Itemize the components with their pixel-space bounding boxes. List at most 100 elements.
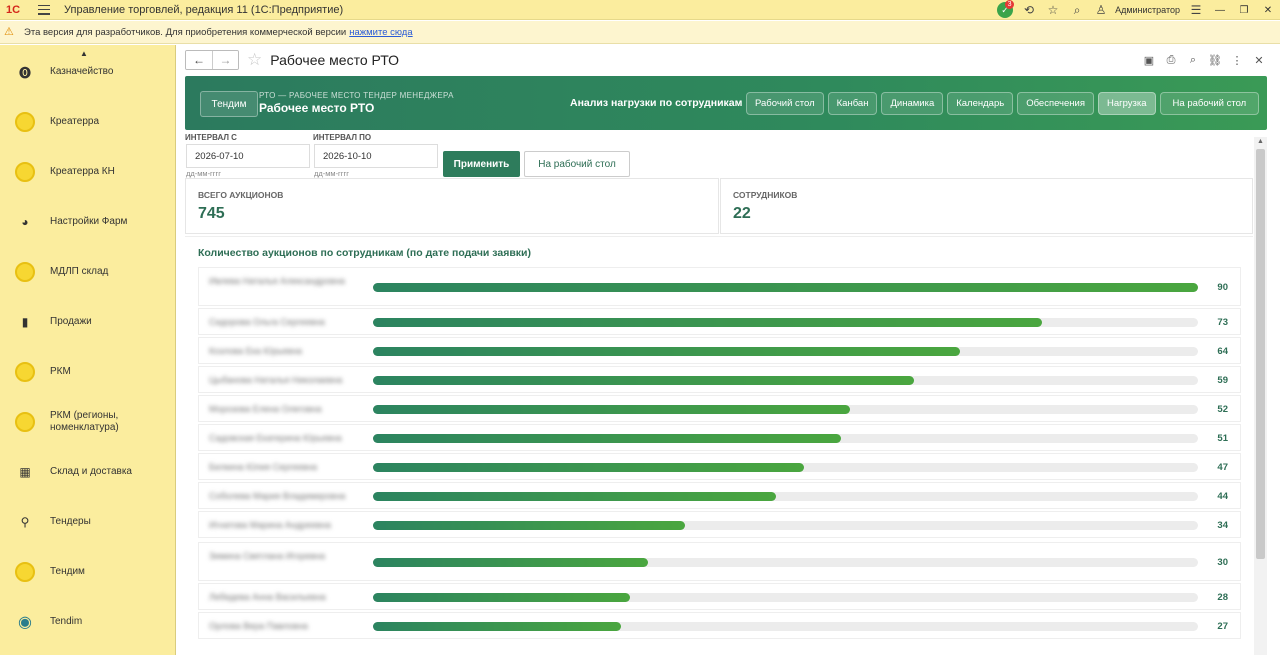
search-icon[interactable]: ⌕ [1065, 0, 1089, 20]
app-title: Управление торговлей, редакция 11 (1С:Пр… [64, 3, 344, 16]
sidebar-item-label: Казначейство [50, 66, 114, 77]
sidebar-item-pharm-settings[interactable]: ◕ Настройки Фарм [0, 202, 175, 242]
bar [373, 558, 648, 567]
tab-guarantees[interactable]: Обеспечения [1017, 92, 1094, 115]
form-header: ← → ☆ Рабочее место РТО ▣ ⎙ ⌕ ⛓ ⋮ ✕ [177, 45, 1280, 75]
bar-value-label: 90 [1217, 282, 1228, 293]
interval-to-input[interactable]: 2026-10-10 [314, 144, 438, 168]
bar-value-label: 28 [1217, 592, 1228, 603]
scroll-up-icon[interactable]: ▲ [1257, 138, 1264, 145]
tendim-button[interactable]: Тендим [200, 91, 258, 117]
save-icon[interactable]: ▣ [1138, 51, 1160, 69]
restore-button[interactable]: ❐ [1232, 0, 1256, 20]
form-title: Рабочее место РТО [270, 52, 400, 68]
sidebar-item-rkm-regions[interactable]: РКМ (регионы, номенклатура) [0, 402, 175, 442]
apply-button[interactable]: Применить [443, 151, 520, 177]
tab-kanban[interactable]: Канбан [827, 92, 878, 115]
user-name[interactable]: Администратор [1115, 5, 1180, 15]
interval-from-input[interactable]: 2026-07-10 [186, 144, 310, 168]
sidebar-item-label: Тендим [50, 566, 85, 577]
sidebar-item-sales[interactable]: ▮ Продажи [0, 302, 175, 342]
tender-icon: ⚲ [20, 515, 30, 529]
chart-row: Игнатова Марина Андреевна 34 [198, 511, 1241, 538]
tab-to-desktop[interactable]: На рабочий стол [1159, 92, 1260, 115]
forward-button[interactable]: → [212, 51, 238, 69]
favorite-star-icon[interactable]: ☆ [247, 50, 262, 70]
sidebar-item-mdlp-warehouse[interactable]: МДЛП склад [0, 252, 175, 292]
user-icon[interactable]: ♙ [1089, 0, 1113, 20]
tab-desktop[interactable]: Рабочий стол [746, 92, 824, 115]
sidebar-item-kreaterra[interactable]: Креатерра [0, 102, 175, 142]
1c-logo-icon: 1С [6, 3, 21, 16]
link-icon[interactable]: ⛓ [1204, 51, 1226, 69]
employee-name: Зимина Светлана Игоревна [209, 551, 326, 561]
main-form: ← → ☆ Рабочее место РТО ▣ ⎙ ⌕ ⛓ ⋮ ✕ Тенд… [177, 45, 1280, 655]
purchase-link[interactable]: нажмите сюда [349, 27, 412, 38]
to-desktop-button[interactable]: На рабочий стол [524, 151, 630, 177]
workspace-subtitle: РТО — РАБОЧЕЕ МЕСТО ТЕНДЕР МЕНЕДЖЕРА [259, 91, 454, 100]
notifications-button[interactable]: ✓ 3 [993, 0, 1017, 20]
title-bar: 1С Управление торговлей, редакция 11 (1С… [0, 0, 1280, 20]
chart-row: Ивлева Наталья Александровна 90 [198, 267, 1241, 306]
sidebar-item-label: Креатерра КН [50, 166, 115, 177]
sidebar-item-treasury[interactable]: ⓿ Казначейство [0, 52, 175, 92]
bar-value-label: 59 [1217, 375, 1228, 386]
chart-row: Морозова Елена Олеговна 52 [198, 395, 1241, 422]
tab-calendar[interactable]: Календарь [947, 92, 1014, 115]
coin-icon [15, 562, 35, 582]
sidebar-item-label: Tendim [50, 616, 83, 627]
employee-name: Игнатова Марина Андреевна [209, 520, 331, 530]
sidebar-item-label: МДЛП склад [50, 266, 109, 277]
coin-icon [15, 412, 35, 432]
bar [373, 593, 630, 602]
tab-dynamics[interactable]: Динамика [881, 92, 944, 115]
bar [373, 492, 776, 501]
employee-name: Ивлева Наталья Александровна [209, 276, 345, 286]
rss-icon: ◕ [21, 215, 29, 229]
bar-track [373, 434, 1198, 443]
warning-icon: ⚠ [4, 26, 14, 38]
kpi-value: 22 [733, 205, 751, 222]
interval-to-label: ИНТЕРВАЛ ПО [313, 133, 372, 142]
employee-name: Цыбанова Наталья Николаевна [209, 375, 343, 385]
preview-icon[interactable]: ⌕ [1182, 51, 1204, 69]
close-form-icon[interactable]: ✕ [1248, 51, 1270, 69]
settings-menu-icon[interactable]: ☰ [1184, 0, 1208, 20]
sidebar-item-kreaterra-kn[interactable]: Креатерра КН [0, 152, 175, 192]
vertical-scrollbar[interactable]: ▲ [1254, 137, 1267, 655]
sidebar-item-tenders[interactable]: ⚲ Тендеры [0, 502, 175, 542]
bar-track [373, 521, 1198, 530]
print-icon[interactable]: ⎙ [1160, 51, 1182, 69]
sidebar-item-label: РКМ [50, 366, 71, 377]
bar-track [373, 283, 1198, 292]
sidebar-item-label: Склад и доставка [50, 466, 132, 477]
bar-track [373, 492, 1198, 501]
scrollbar-thumb[interactable] [1256, 149, 1265, 559]
employee-name: Морозова Елена Олеговна [209, 404, 322, 414]
treasury-icon: ⓿ [18, 65, 31, 80]
bar-track [373, 558, 1198, 567]
employee-name: Козлова Ека Юрьевна [209, 346, 302, 356]
sidebar-item-label: Продажи [50, 316, 92, 327]
close-window-button[interactable]: ✕ [1256, 0, 1280, 20]
sidebar-item-tendim[interactable]: Тендим [0, 552, 175, 592]
history-icon[interactable]: ⟲ [1017, 0, 1041, 20]
main-menu-icon[interactable] [38, 4, 50, 15]
tab-workload[interactable]: Нагрузка [1098, 92, 1156, 115]
bar-track [373, 347, 1198, 356]
bar-value-label: 34 [1217, 520, 1228, 531]
notifications-badge: 3 [1005, 0, 1015, 9]
favorites-star-icon[interactable]: ☆ [1041, 0, 1065, 20]
sidebar-item-warehouse-delivery[interactable]: ▦ Склад и доставка [0, 452, 175, 492]
sidebar-item-label: Тендеры [50, 516, 91, 527]
sidebar-item-rkm[interactable]: РКМ [0, 352, 175, 392]
chart-row: Лебедева Анна Васильевна 28 [198, 583, 1241, 610]
minimize-button[interactable]: — [1208, 0, 1232, 20]
kpi-employees: СОТРУДНИКОВ 22 [720, 178, 1253, 234]
bar-value-label: 44 [1217, 491, 1228, 502]
more-icon[interactable]: ⋮ [1226, 51, 1248, 69]
sidebar-item-tendim-en[interactable]: ◉ Tendim [0, 602, 175, 642]
developer-banner: ⚠ Эта версия для разработчиков. Для прио… [0, 21, 1280, 44]
back-button[interactable]: ← [186, 51, 212, 69]
lightbulb-icon: ◉ [18, 614, 32, 631]
